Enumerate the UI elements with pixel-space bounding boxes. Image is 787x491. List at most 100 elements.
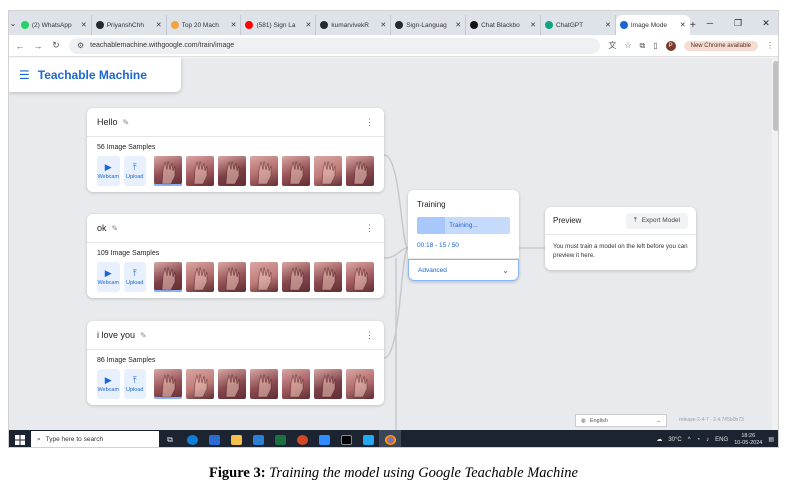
browser-tab[interactable]: (2) WhatsApp ✕ (17, 15, 92, 35)
chrome-icon[interactable] (379, 430, 401, 447)
close-icon[interactable]: ✕ (303, 21, 311, 29)
close-icon[interactable]: ✕ (154, 21, 162, 29)
zoom-icon[interactable] (313, 430, 335, 447)
kebab-menu-icon[interactable]: ⋮ (766, 41, 774, 50)
browser-tab[interactable]: PriyanshChh ✕ (92, 15, 167, 35)
scrollbar-thumb[interactable] (773, 61, 778, 131)
translate-icon[interactable]: 文 (608, 40, 616, 51)
sample-thumbnail[interactable] (250, 262, 278, 292)
sample-thumbnail[interactable] (218, 262, 246, 292)
class-name[interactable]: i love you (97, 330, 135, 340)
sample-thumbnail[interactable] (346, 262, 374, 292)
browser-tab[interactable]: Sign-Languag ✕ (391, 15, 467, 35)
pencil-icon[interactable]: ✎ (123, 118, 130, 127)
close-window-icon[interactable]: ✕ (752, 11, 778, 35)
scrollbar[interactable] (772, 58, 778, 430)
sample-thumbnail[interactable] (186, 369, 214, 399)
terminal-icon[interactable] (335, 430, 357, 447)
sample-thumbnail[interactable] (218, 156, 246, 186)
sample-thumbnail[interactable] (250, 369, 278, 399)
site-info-icon[interactable]: ⚙ (77, 41, 84, 50)
input-language[interactable]: ENG (715, 437, 728, 443)
reload-icon[interactable]: ↻ (51, 40, 61, 51)
upload-button[interactable]: ⤒ Upload (123, 262, 146, 292)
vscode-icon[interactable] (357, 430, 379, 447)
kebab-menu-icon[interactable]: ⋮ (365, 117, 374, 128)
sample-thumbnail[interactable] (346, 369, 374, 399)
class-name[interactable]: ok (97, 223, 107, 233)
side-panel-icon[interactable]: ▯ (653, 41, 657, 50)
close-icon[interactable]: ✕ (79, 21, 87, 29)
hamburger-menu-icon[interactable]: ☰ (19, 68, 30, 82)
sample-thumbnail[interactable] (154, 156, 182, 186)
pencil-icon[interactable]: ✎ (140, 331, 147, 340)
close-icon[interactable]: ✕ (603, 21, 611, 29)
kebab-menu-icon[interactable]: ⋮ (365, 330, 374, 341)
avatar[interactable]: P (665, 40, 676, 51)
browser-tab[interactable]: Chat Blackbo ✕ (466, 15, 541, 35)
pencil-icon[interactable]: ✎ (112, 224, 119, 233)
restore-icon[interactable]: ❐ (724, 11, 752, 35)
network-icon[interactable]: ◔ (697, 437, 701, 443)
back-arrow-icon[interactable]: ← (15, 41, 25, 51)
chevron-down-icon[interactable]: ⌄ (9, 11, 17, 35)
sample-thumbnail[interactable] (282, 156, 310, 186)
tray-chevron-icon[interactable]: ^ (688, 437, 691, 443)
weather-temp[interactable]: 30°C (668, 437, 681, 443)
mail-icon[interactable] (247, 430, 269, 447)
sample-thumbnail[interactable] (314, 156, 342, 186)
taskbar-search-input[interactable]: ⌕ Type here to search (31, 431, 159, 447)
powerpoint-icon[interactable] (291, 430, 313, 447)
browser-tab[interactable]: Image Mode ✕ (615, 15, 690, 35)
close-icon[interactable]: ✕ (229, 21, 237, 29)
sample-thumbnail[interactable] (186, 262, 214, 292)
sample-thumbnail[interactable] (314, 369, 342, 399)
sample-thumbnail[interactable] (218, 369, 246, 399)
browser-tab[interactable]: kumarvivekR ✕ (316, 15, 392, 35)
export-model-button[interactable]: ⤒ Export Model (625, 212, 688, 229)
close-icon[interactable]: ✕ (678, 21, 686, 29)
task-view-icon[interactable]: ⧉ (159, 430, 181, 447)
store-icon[interactable] (203, 430, 225, 447)
sample-thumbnail[interactable] (186, 156, 214, 186)
close-icon[interactable]: ✕ (528, 21, 536, 29)
windows-start-icon[interactable] (9, 434, 31, 445)
close-icon[interactable]: ✕ (378, 21, 386, 29)
webcam-button[interactable]: ▶ Webcam (97, 262, 120, 292)
language-select[interactable]: ◍ English ⌄ (575, 414, 667, 427)
minimize-icon[interactable]: ─ (696, 11, 724, 35)
advanced-toggle[interactable]: Advanced ⌄ (408, 259, 519, 281)
train-model-button[interactable]: Training... (417, 217, 510, 234)
sample-count: 86 Image Samples (97, 357, 156, 364)
sample-thumbnail[interactable] (282, 369, 310, 399)
sample-thumbnail[interactable] (314, 262, 342, 292)
preview-header: Preview ⤒ Export Model (545, 207, 696, 235)
sample-thumbnail[interactable] (346, 156, 374, 186)
browser-tab[interactable]: Top 20 Mach ✕ (167, 15, 242, 35)
kebab-menu-icon[interactable]: ⋮ (365, 223, 374, 234)
sample-thumbnail[interactable] (154, 369, 182, 399)
puzzle-icon[interactable]: ⧉ (640, 41, 646, 51)
edge-icon[interactable] (181, 430, 203, 447)
class-name[interactable]: Hello (97, 117, 118, 127)
browser-tab[interactable]: ChatGPT ✕ (541, 15, 616, 35)
volume-icon[interactable]: ♪ (706, 437, 709, 443)
star-icon[interactable]: ☆ (624, 41, 631, 50)
notification-icon[interactable]: ▤ (768, 436, 774, 443)
clock[interactable]: 18:26 10-05-2024 (734, 433, 762, 447)
upload-button[interactable]: ⤒ Upload (123, 156, 146, 186)
address-bar[interactable]: ⚙ teachablemachine.withgoogle.com/train/… (69, 37, 601, 54)
sample-thumbnail[interactable] (282, 262, 310, 292)
weather-icon[interactable]: ☁ (656, 436, 662, 443)
upload-button[interactable]: ⤒ Upload (123, 369, 146, 399)
webcam-button[interactable]: ▶ Webcam (97, 369, 120, 399)
sample-thumbnail[interactable] (250, 156, 278, 186)
excel-icon[interactable] (269, 430, 291, 447)
new-chrome-badge[interactable]: New Chrome available (683, 40, 758, 51)
close-icon[interactable]: ✕ (453, 21, 461, 29)
webcam-button[interactable]: ▶ Webcam (97, 156, 120, 186)
file-explorer-icon[interactable] (225, 430, 247, 447)
browser-tab[interactable]: (581) Sign La ✕ (241, 15, 317, 35)
sample-thumbnail[interactable] (154, 262, 182, 292)
forward-arrow-icon[interactable]: → (33, 41, 43, 51)
